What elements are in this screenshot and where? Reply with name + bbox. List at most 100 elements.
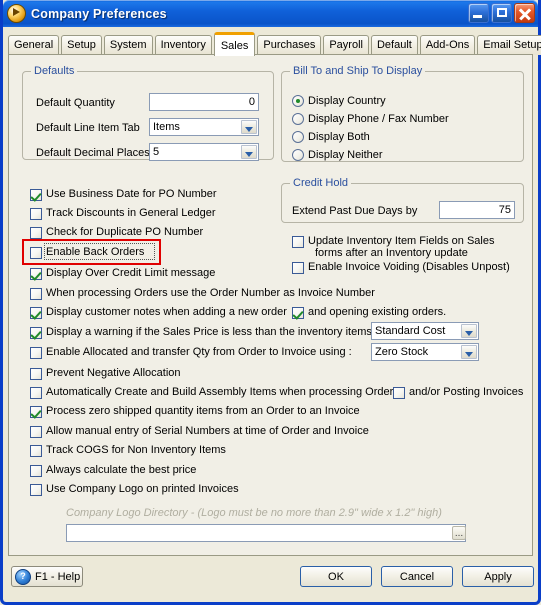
checkbox-use-business-date-label: Use Business Date for PO Number (46, 188, 217, 200)
checkbox-display-customer-notes[interactable]: Display customer notes when adding a new… (30, 306, 287, 319)
chevron-down-icon[interactable] (461, 324, 477, 338)
default-line-item-tab-combo[interactable]: Items (149, 118, 259, 136)
checkbox-icon (30, 426, 42, 438)
checkbox-icon (30, 288, 42, 300)
radio-display-neither-label: Display Neither (308, 149, 383, 161)
sales-price-basis-combo[interactable]: Standard Cost (371, 322, 479, 340)
radio-icon (292, 131, 304, 143)
checkbox-icon (30, 406, 42, 418)
allocated-basis-value: Zero Stock (375, 346, 429, 358)
checkbox-display-over-credit-limit[interactable]: Display Over Credit Limit message (30, 267, 215, 280)
tab-inventory[interactable]: Inventory (154, 35, 212, 55)
checkbox-manual-serial-entry-label: Allow manual entry of Serial Numbers at … (46, 425, 369, 437)
bill-ship-group-legend: Bill To and Ship To Display (290, 65, 426, 77)
tab-purchases[interactable]: Purchases (257, 35, 322, 55)
radio-display-both-label: Display Both (308, 131, 370, 143)
question-mark-icon: ? (15, 568, 31, 585)
default-decimal-places-combo[interactable]: 5 (149, 143, 259, 161)
checkbox-track-discounts-label: Track Discounts in General Ledger (46, 207, 216, 219)
checkbox-icon (30, 387, 42, 399)
tab-addons[interactable]: Add-Ons (419, 35, 476, 55)
checkbox-sales-price-warning[interactable]: Display a warning if the Sales Price is … (30, 326, 372, 339)
checkbox-posting-invoices-label: and/or Posting Invoices (409, 386, 524, 398)
browse-directory-button[interactable]: ... (452, 526, 466, 540)
radio-display-neither[interactable]: Display Neither (292, 149, 383, 161)
checkbox-use-company-logo[interactable]: Use Company Logo on printed Invoices (30, 483, 239, 496)
sales-preferences-panel: Defaults Default Quantity Default Line I… (8, 54, 533, 556)
tab-setup[interactable]: Setup (61, 35, 102, 55)
checkbox-icon (30, 445, 42, 457)
checkbox-icon (30, 307, 42, 319)
tab-email-setup[interactable]: Email Setup (477, 35, 541, 55)
checkbox-prevent-negative-allocation[interactable]: Prevent Negative Allocation (30, 367, 181, 380)
help-button[interactable]: ? F1 - Help (11, 566, 83, 587)
tab-sales[interactable]: Sales (213, 32, 256, 56)
title-bar: Company Preferences (3, 0, 538, 27)
maximize-button[interactable] (491, 3, 512, 23)
chevron-down-icon[interactable] (461, 345, 477, 359)
window-title: Company Preferences (31, 6, 167, 21)
tab-general[interactable]: General (8, 35, 60, 55)
extend-past-due-label: Extend Past Due Days by (292, 205, 418, 217)
radio-display-both[interactable]: Display Both (292, 131, 370, 143)
checkbox-use-company-logo-label: Use Company Logo on printed Invoices (46, 483, 239, 495)
checkbox-enable-invoice-voiding[interactable]: Enable Invoice Voiding (Disables Unpost) (292, 261, 510, 274)
chevron-down-icon[interactable] (241, 145, 257, 159)
checkbox-posting-invoices[interactable]: and/or Posting Invoices (393, 386, 523, 399)
minimize-icon (473, 15, 482, 18)
company-preferences-window: Company Preferences General Setup System… (0, 0, 541, 605)
checkbox-manual-serial-entry[interactable]: Allow manual entry of Serial Numbers at … (30, 425, 369, 438)
checkbox-process-zero-shipped-label: Process zero shipped quantity items from… (46, 405, 360, 417)
checkbox-icon (292, 262, 304, 274)
radio-display-phone-fax-label: Display Phone / Fax Number (308, 113, 449, 125)
checkbox-icon (30, 368, 42, 380)
checkbox-auto-build-assembly[interactable]: Automatically Create and Build Assembly … (30, 386, 399, 399)
checkbox-auto-build-assembly-label: Automatically Create and Build Assembly … (46, 386, 399, 398)
extend-past-due-input[interactable] (439, 201, 515, 219)
radio-icon (292, 149, 304, 161)
tab-default[interactable]: Default (370, 35, 418, 55)
tab-system[interactable]: System (103, 35, 153, 55)
window-controls (468, 3, 535, 23)
tab-payroll[interactable]: Payroll (323, 35, 369, 55)
checkbox-opening-existing-orders[interactable]: and opening existing orders. (292, 306, 446, 319)
credit-hold-group-legend: Credit Hold (290, 177, 352, 189)
default-quantity-label: Default Quantity (36, 97, 115, 109)
minimize-button[interactable] (468, 3, 489, 23)
checkbox-icon (30, 327, 42, 339)
checkbox-enable-allocated-label: Enable Allocated and transfer Qty from O… (46, 346, 352, 358)
defaults-group-legend: Defaults (31, 65, 78, 77)
checkbox-display-over-credit-limit-label: Display Over Credit Limit message (46, 267, 216, 279)
checkbox-icon (393, 387, 405, 399)
checkbox-icon (292, 307, 304, 319)
ok-button[interactable]: OK (300, 566, 372, 587)
highlight-box-enable-back-orders (22, 239, 161, 265)
company-logo-directory-hint: Company Logo Directory - (Logo must be n… (66, 507, 442, 519)
default-decimal-places-label: Default Decimal Places (36, 147, 150, 159)
checkbox-enable-invoice-voiding-label: Enable Invoice Voiding (Disables Unpost) (308, 261, 510, 273)
checkbox-order-number-as-invoice[interactable]: When processing Orders use the Order Num… (30, 287, 375, 300)
checkbox-track-discounts[interactable]: Track Discounts in General Ledger (30, 207, 216, 220)
checkbox-process-zero-shipped[interactable]: Process zero shipped quantity items from… (30, 405, 360, 418)
company-logo-directory-input[interactable] (66, 524, 466, 542)
checkbox-icon (30, 227, 42, 239)
checkbox-track-cogs[interactable]: Track COGS for Non Inventory Items (30, 444, 226, 457)
checkbox-use-business-date[interactable]: Use Business Date for PO Number (30, 188, 217, 201)
allocated-basis-combo[interactable]: Zero Stock (371, 343, 479, 361)
checkbox-icon (30, 268, 42, 280)
checkbox-best-price[interactable]: Always calculate the best price (30, 464, 196, 477)
checkbox-check-duplicate-po[interactable]: Check for Duplicate PO Number (30, 226, 203, 239)
apply-button[interactable]: Apply (462, 566, 534, 587)
default-quantity-input[interactable] (149, 93, 259, 111)
checkbox-icon (30, 484, 42, 496)
radio-display-country-label: Display Country (308, 95, 386, 107)
company-play-icon (7, 4, 26, 23)
checkbox-sales-price-warning-label: Display a warning if the Sales Price is … (46, 326, 372, 338)
radio-display-phone-fax[interactable]: Display Phone / Fax Number (292, 113, 449, 125)
close-button[interactable] (514, 3, 535, 23)
cancel-button[interactable]: Cancel (381, 566, 453, 587)
chevron-down-icon[interactable] (241, 120, 257, 134)
checkbox-enable-allocated[interactable]: Enable Allocated and transfer Qty from O… (30, 346, 352, 359)
radio-display-country[interactable]: Display Country (292, 95, 386, 107)
checkbox-icon (30, 189, 42, 201)
